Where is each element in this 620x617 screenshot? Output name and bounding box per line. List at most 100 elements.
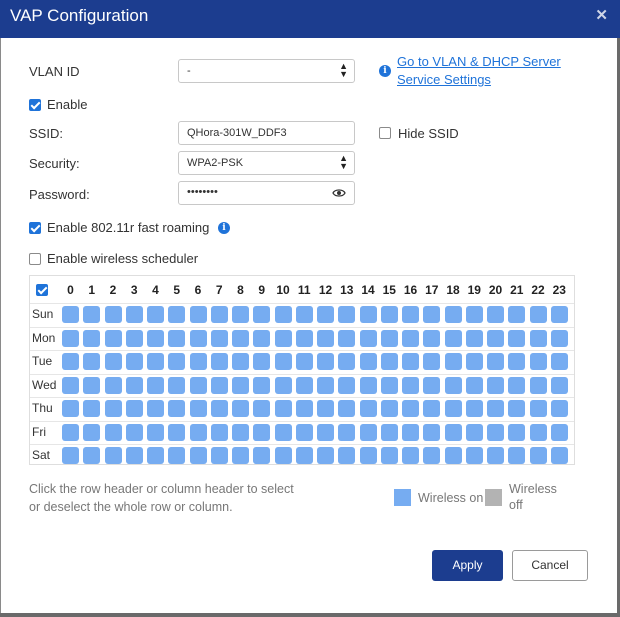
apply-button[interactable]: Apply (432, 550, 503, 581)
schedule-cell[interactable] (380, 329, 398, 347)
schedule-cell[interactable] (125, 329, 143, 347)
schedule-cell[interactable] (359, 447, 377, 464)
schedule-cell[interactable] (402, 447, 419, 464)
schedule-cell[interactable] (274, 329, 292, 347)
schedule-cell[interactable] (487, 400, 504, 417)
schedule-cell[interactable] (402, 329, 419, 347)
schedule-cell[interactable] (274, 306, 292, 323)
schedule-cell[interactable] (295, 353, 313, 370)
schedule-cell[interactable] (338, 329, 356, 347)
schedule-cell[interactable] (253, 376, 271, 394)
schedule-cell[interactable] (465, 353, 483, 370)
schedule-cell[interactable] (125, 447, 143, 464)
schedule-cell[interactable] (232, 306, 249, 323)
schedule-cell[interactable] (508, 353, 526, 370)
schedule-cell[interactable] (487, 423, 504, 441)
schedule-cell[interactable] (359, 306, 377, 323)
schedule-cell[interactable] (423, 400, 441, 417)
schedule-cell[interactable] (168, 329, 186, 347)
schedule-cell[interactable] (295, 400, 313, 417)
hour-header[interactable]: 14 (358, 283, 379, 297)
schedule-cell[interactable] (508, 400, 526, 417)
schedule-cell[interactable] (338, 376, 356, 394)
schedule-cell[interactable] (487, 353, 504, 370)
schedule-cell[interactable] (529, 353, 547, 370)
schedule-cell[interactable] (359, 423, 377, 441)
schedule-cell[interactable] (487, 329, 504, 347)
hour-header[interactable]: 22 (528, 283, 549, 297)
schedule-cell[interactable] (253, 353, 271, 370)
schedule-cell[interactable] (423, 306, 441, 323)
schedule-cell[interactable] (423, 447, 441, 464)
schedule-cell[interactable] (529, 329, 547, 347)
schedule-cell[interactable] (147, 423, 164, 441)
hour-header[interactable]: 3 (124, 283, 145, 297)
schedule-cell[interactable] (444, 353, 462, 370)
schedule-cell[interactable] (104, 400, 122, 417)
day-header[interactable]: Tue (32, 354, 52, 368)
schedule-cell[interactable] (317, 400, 334, 417)
schedule-cell[interactable] (274, 353, 292, 370)
schedule-cell[interactable] (550, 423, 568, 441)
schedule-cell[interactable] (338, 447, 356, 464)
schedule-cell[interactable] (232, 423, 249, 441)
schedule-cell[interactable] (83, 376, 101, 394)
schedule-cell[interactable] (210, 400, 228, 417)
schedule-cell[interactable] (487, 376, 504, 394)
schedule-cell[interactable] (189, 400, 207, 417)
schedule-cell[interactable] (508, 423, 526, 441)
hour-header[interactable]: 1 (81, 283, 102, 297)
schedule-cell[interactable] (317, 329, 334, 347)
schedule-cell[interactable] (550, 353, 568, 370)
hour-header[interactable]: 6 (188, 283, 209, 297)
schedule-cell[interactable] (83, 353, 101, 370)
hour-header[interactable]: 18 (443, 283, 464, 297)
day-header[interactable]: Fri (32, 425, 46, 439)
schedule-cell[interactable] (210, 423, 228, 441)
hour-header[interactable]: 5 (166, 283, 187, 297)
schedule-cell[interactable] (232, 329, 249, 347)
enable-checkbox[interactable] (29, 99, 41, 111)
day-header[interactable]: Sat (32, 448, 50, 462)
schedule-cell[interactable] (550, 447, 568, 464)
schedule-cell[interactable] (380, 376, 398, 394)
security-select[interactable]: WPA2-PSK ▲ ▼ (178, 151, 355, 175)
schedule-cell[interactable] (83, 306, 101, 323)
schedule-cell[interactable] (168, 447, 186, 464)
schedule-cell[interactable] (338, 400, 356, 417)
schedule-cell[interactable] (295, 306, 313, 323)
schedule-cell[interactable] (317, 423, 334, 441)
schedule-cell[interactable] (147, 447, 164, 464)
schedule-cell[interactable] (423, 423, 441, 441)
schedule-cell[interactable] (465, 329, 483, 347)
schedule-cell[interactable] (550, 400, 568, 417)
hour-header[interactable]: 11 (294, 283, 315, 297)
wireless-scheduler-checkbox[interactable] (29, 253, 41, 265)
schedule-cell[interactable] (210, 447, 228, 464)
schedule-cell[interactable] (465, 376, 483, 394)
schedule-cell[interactable] (168, 306, 186, 323)
schedule-cell[interactable] (550, 306, 568, 323)
schedule-cell[interactable] (189, 423, 207, 441)
cancel-button[interactable]: Cancel (512, 550, 588, 581)
schedule-cell[interactable] (317, 447, 334, 464)
vlan-id-select[interactable]: - ▲ ▼ (178, 59, 355, 83)
schedule-cell[interactable] (487, 447, 504, 464)
schedule-cell[interactable] (168, 423, 186, 441)
hour-header[interactable]: 19 (464, 283, 485, 297)
schedule-cell[interactable] (295, 447, 313, 464)
schedule-cell[interactable] (487, 306, 504, 323)
schedule-cell[interactable] (508, 329, 526, 347)
schedule-cell[interactable] (529, 447, 547, 464)
schedule-cell[interactable] (529, 400, 547, 417)
schedule-cell[interactable] (104, 423, 122, 441)
schedule-cell[interactable] (210, 329, 228, 347)
schedule-cell[interactable] (168, 376, 186, 394)
schedule-cell[interactable] (444, 423, 462, 441)
schedule-cell[interactable] (529, 423, 547, 441)
schedule-cell[interactable] (465, 306, 483, 323)
schedule-cell[interactable] (83, 447, 101, 464)
schedule-cell[interactable] (253, 400, 271, 417)
schedule-cell[interactable] (295, 329, 313, 347)
schedule-cell[interactable] (380, 400, 398, 417)
